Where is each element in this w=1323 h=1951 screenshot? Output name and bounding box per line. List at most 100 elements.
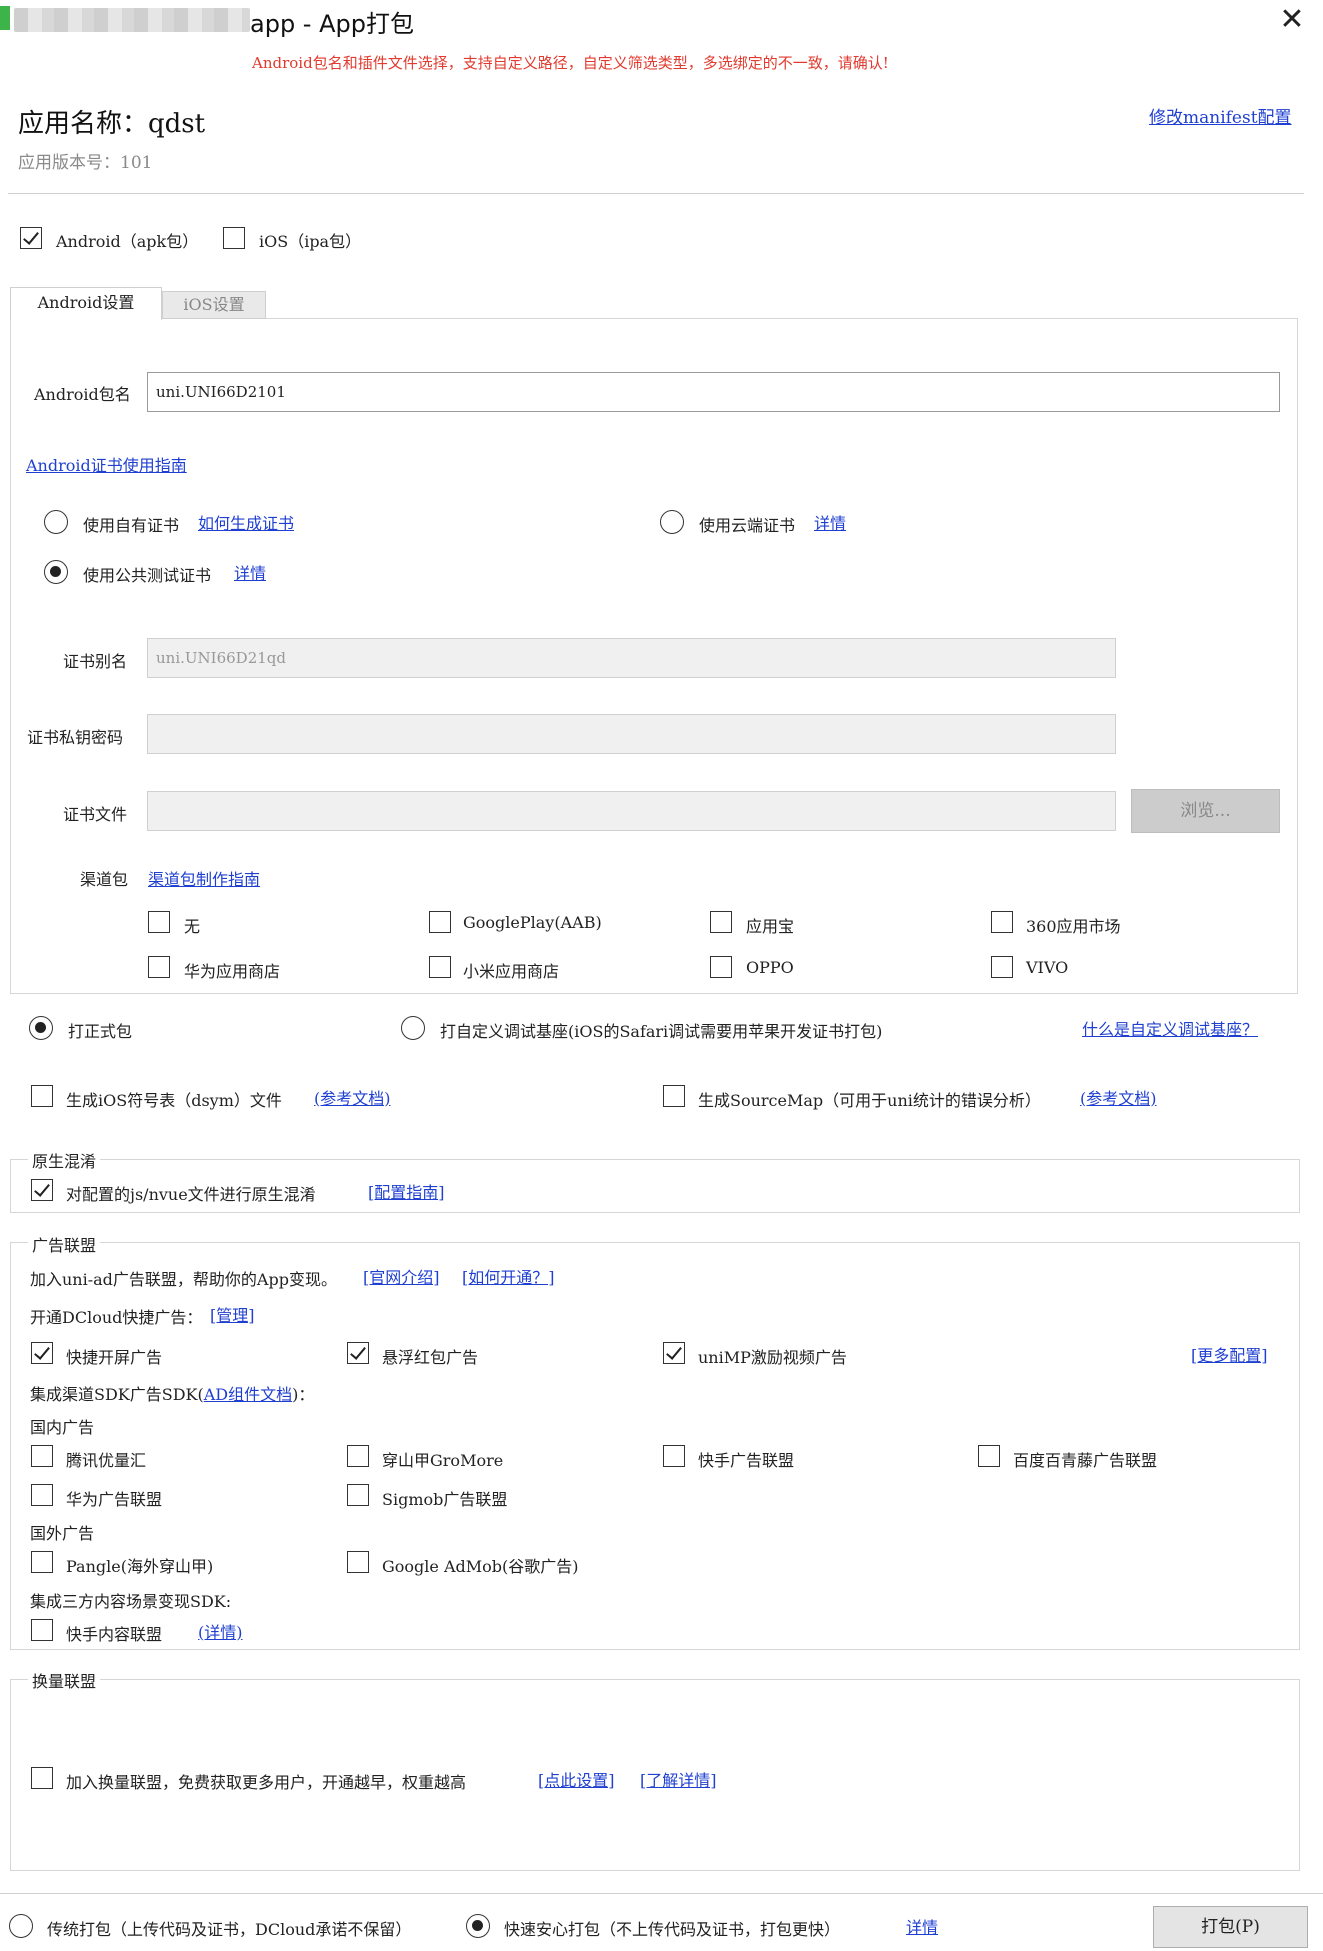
tencent-ad-checkbox[interactable] bbox=[31, 1445, 53, 1467]
blurred-project-name bbox=[14, 8, 250, 32]
close-icon[interactable]: ✕ bbox=[1272, 2, 1312, 38]
channel-vivo-label: VIVO bbox=[1026, 958, 1069, 977]
package-name-input[interactable]: uni.UNI66D2101 bbox=[147, 372, 1280, 412]
admob-ad-checkbox[interactable] bbox=[347, 1551, 369, 1573]
channel-googleplay-checkbox[interactable] bbox=[429, 911, 451, 933]
channel-vivo-checkbox[interactable] bbox=[991, 956, 1013, 978]
sourcemap-docs-link[interactable]: (参考文档) bbox=[1080, 1085, 1157, 1109]
warning-message: Android包名和插件文件选择，支持自定义路径，自定义筛选类型，多选绑定的不一… bbox=[252, 54, 889, 72]
pangle-ad-label: Pangle(海外穿山甲) bbox=[66, 1557, 214, 1576]
ios-label: iOS（ipa包） bbox=[259, 232, 362, 251]
more-config-link[interactable]: [更多配置] bbox=[1191, 1342, 1268, 1366]
quick-ads-label: 开通DCloud快捷广告： bbox=[30, 1308, 203, 1327]
baidu-ad-label: 百度百青藤广告联盟 bbox=[1013, 1451, 1158, 1470]
gromore-ad-checkbox[interactable] bbox=[347, 1445, 369, 1467]
sigmob-ad-label: Sigmob广告联盟 bbox=[382, 1490, 508, 1509]
package-name-label: Android包名 bbox=[34, 385, 131, 404]
exchange-details-link[interactable]: [了解详情] bbox=[640, 1767, 717, 1791]
kuaishou-content-checkbox[interactable] bbox=[31, 1619, 53, 1641]
release-build-radio[interactable] bbox=[29, 1016, 53, 1040]
custom-base-radio[interactable] bbox=[401, 1016, 425, 1040]
ad-component-docs-link[interactable]: AD组件文档 bbox=[204, 1385, 292, 1404]
sdk-ads-label-suffix: )： bbox=[292, 1385, 315, 1404]
ads-how-to-open-link[interactable]: [如何开通？] bbox=[462, 1264, 555, 1288]
tencent-ad-label: 腾讯优量汇 bbox=[66, 1451, 147, 1470]
floating-redpacket-ad-checkbox[interactable] bbox=[347, 1342, 369, 1364]
pack-detail-link[interactable]: 详情 bbox=[906, 1914, 938, 1938]
cert-alias-label: 证书别名 bbox=[63, 652, 128, 671]
dsym-checkbox[interactable] bbox=[31, 1085, 53, 1107]
channel-oppo-checkbox[interactable] bbox=[710, 956, 732, 978]
cert-password-input[interactable] bbox=[147, 714, 1116, 754]
android-cert-guide-link[interactable]: Android证书使用指南 bbox=[26, 452, 187, 476]
tab-ios-settings[interactable]: iOS设置 bbox=[162, 291, 266, 319]
channel-yingyongbao-checkbox[interactable] bbox=[710, 911, 732, 933]
divider bbox=[8, 193, 1304, 194]
channel-xiaomi-label: 小米应用商店 bbox=[463, 962, 560, 981]
app-version: 应用版本号：101 bbox=[18, 153, 153, 173]
huawei-ad-checkbox[interactable] bbox=[31, 1484, 53, 1506]
tab-android-settings[interactable]: Android设置 bbox=[10, 287, 162, 320]
traditional-pack-radio[interactable] bbox=[9, 1914, 33, 1938]
cert-alias-input[interactable]: uni.UNI66D21qd bbox=[147, 638, 1116, 678]
channel-guide-link[interactable]: 渠道包制作指南 bbox=[148, 866, 260, 890]
channel-yingyongbao-label: 应用宝 bbox=[746, 917, 795, 936]
release-build-label: 打正式包 bbox=[68, 1022, 133, 1041]
fast-pack-radio[interactable] bbox=[466, 1914, 490, 1938]
footer-divider bbox=[0, 1893, 1323, 1894]
cloud-cert-detail-link[interactable]: 详情 bbox=[814, 510, 846, 534]
sigmob-ad-checkbox[interactable] bbox=[347, 1484, 369, 1506]
app-name: 应用名称：qdst bbox=[18, 109, 206, 139]
obfuscation-checkbox[interactable] bbox=[31, 1179, 53, 1201]
android-label: Android（apk包） bbox=[56, 232, 199, 251]
dsym-docs-link[interactable]: (参考文档) bbox=[314, 1085, 391, 1109]
public-test-cert-radio[interactable] bbox=[44, 560, 68, 584]
channel-none-checkbox[interactable] bbox=[148, 911, 170, 933]
sdk-ads-label-prefix: 集成渠道SDK广告SDK( bbox=[30, 1385, 204, 1404]
cloud-cert-label: 使用云端证书 bbox=[699, 516, 796, 535]
sdk-ads-label: 集成渠道SDK广告SDK(AD组件文档)： bbox=[30, 1381, 314, 1405]
obfuscation-guide-link[interactable]: [配置指南] bbox=[368, 1179, 445, 1203]
fast-pack-label: 快速安心打包（不上传代码及证书，打包更快） bbox=[504, 1920, 841, 1939]
channel-oppo-label: OPPO bbox=[746, 958, 794, 977]
exchange-title: 换量联盟 bbox=[28, 1668, 101, 1692]
quick-ads-manage-link[interactable]: [管理] bbox=[210, 1302, 255, 1326]
baidu-ad-checkbox[interactable] bbox=[978, 1445, 1000, 1467]
ads-intro: 加入uni-ad广告联盟，帮助你的App变现。 bbox=[30, 1270, 337, 1289]
cert-password-label: 证书私钥密码 bbox=[27, 728, 124, 747]
gromore-ad-label: 穿山甲GroMore bbox=[382, 1451, 504, 1470]
channel-360-checkbox[interactable] bbox=[991, 911, 1013, 933]
huawei-ad-label: 华为广告联盟 bbox=[66, 1490, 163, 1509]
window-title: app - App打包 bbox=[250, 10, 414, 38]
channel-label: 渠道包 bbox=[80, 870, 129, 889]
unimp-reward-video-ad-checkbox[interactable] bbox=[663, 1342, 685, 1364]
channel-huawei-checkbox[interactable] bbox=[148, 956, 170, 978]
pangle-ad-checkbox[interactable] bbox=[31, 1551, 53, 1573]
exchange-settings-link[interactable]: [点此设置] bbox=[538, 1767, 615, 1791]
cloud-cert-radio[interactable] bbox=[660, 510, 684, 534]
channel-googleplay-label: GooglePlay(AAB) bbox=[463, 913, 602, 932]
content-sdk-title: 集成三方内容场景变现SDK: bbox=[30, 1592, 232, 1611]
kuaishou-ad-checkbox[interactable] bbox=[663, 1445, 685, 1467]
pack-button[interactable]: 打包(P) bbox=[1153, 1906, 1308, 1948]
quick-splash-ad-checkbox[interactable] bbox=[31, 1342, 53, 1364]
own-cert-radio[interactable] bbox=[44, 510, 68, 534]
ios-checkbox[interactable] bbox=[223, 227, 245, 249]
channel-xiaomi-checkbox[interactable] bbox=[429, 956, 451, 978]
exchange-checkbox[interactable] bbox=[31, 1767, 53, 1789]
public-cert-detail-link[interactable]: 详情 bbox=[234, 560, 266, 584]
unimp-reward-video-ad-label: uniMP激励视频广告 bbox=[698, 1348, 847, 1367]
floating-redpacket-ad-label: 悬浮红包广告 bbox=[382, 1348, 479, 1367]
dsym-label: 生成iOS符号表（dsym）文件 bbox=[66, 1091, 282, 1110]
ads-official-link[interactable]: [官网介绍] bbox=[363, 1264, 440, 1288]
android-checkbox[interactable] bbox=[20, 227, 42, 249]
manifest-config-link[interactable]: 修改manifest配置 bbox=[1149, 103, 1292, 128]
how-to-generate-cert-link[interactable]: 如何生成证书 bbox=[198, 510, 294, 534]
cert-file-input[interactable] bbox=[147, 791, 1116, 831]
kuaishou-content-detail-link[interactable]: (详情) bbox=[198, 1619, 243, 1643]
quick-splash-ad-label: 快捷开屏广告 bbox=[66, 1348, 163, 1367]
browse-button[interactable]: 浏览... bbox=[1131, 789, 1280, 833]
custom-base-help-link[interactable]: 什么是自定义调试基座？ bbox=[1082, 1016, 1258, 1040]
traditional-pack-label: 传统打包（上传代码及证书，DCloud承诺不保留） bbox=[47, 1920, 412, 1939]
sourcemap-checkbox[interactable] bbox=[663, 1085, 685, 1107]
